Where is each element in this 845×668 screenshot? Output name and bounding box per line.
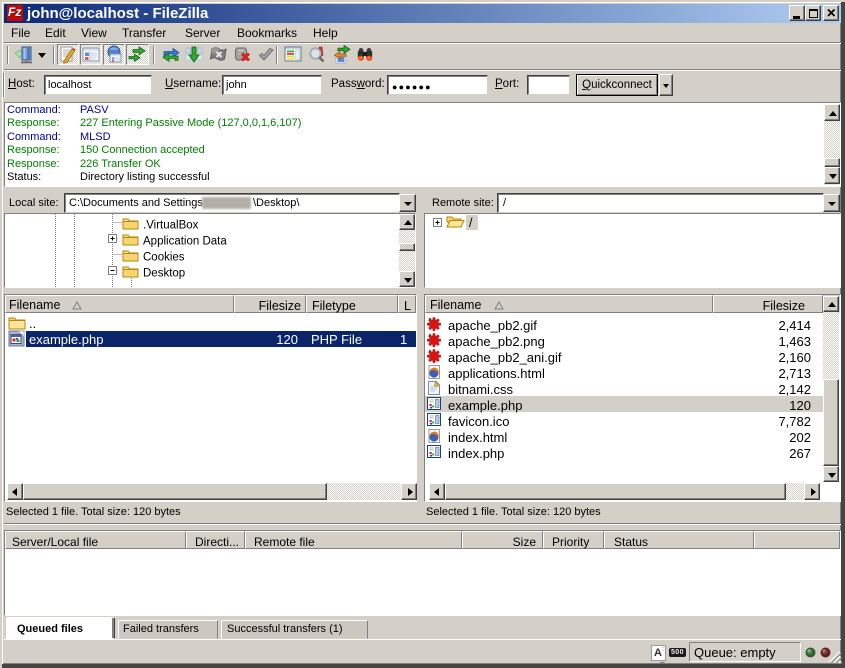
svg-text:Desktop: Desktop — [143, 268, 185, 280]
svg-text:.VirtualBox: .VirtualBox — [143, 220, 199, 232]
svg-text:Application Data: Application Data — [143, 236, 227, 248]
svg-text:/: / — [469, 216, 473, 230]
svg-text:Cookies: Cookies — [143, 252, 185, 264]
